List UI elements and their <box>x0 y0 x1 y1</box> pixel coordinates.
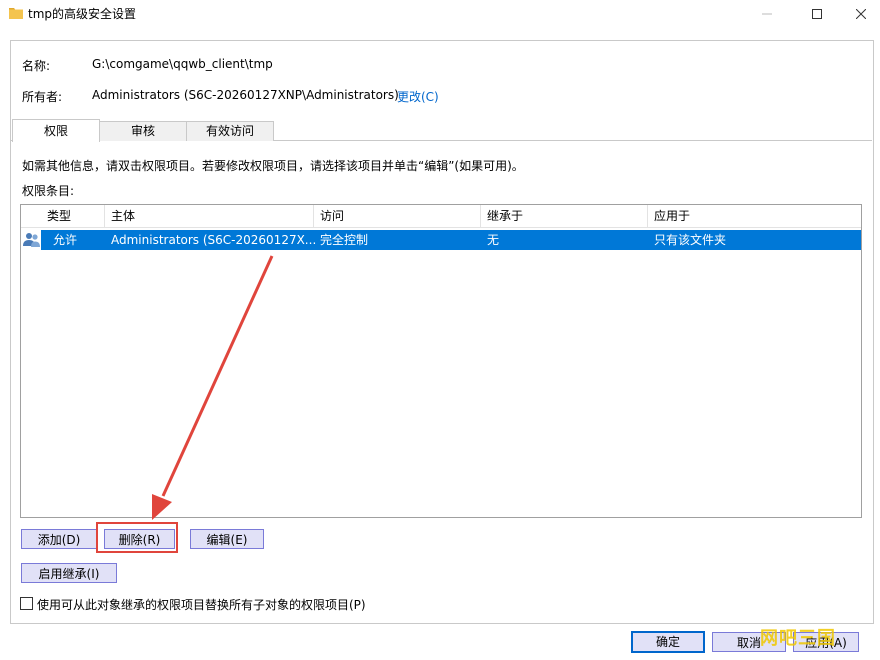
cell-type: 允许 <box>53 233 78 247</box>
tab-effective-access[interactable]: 有效访问 <box>186 121 274 141</box>
watermark-logo: 网吧三国 <box>760 628 836 649</box>
entries-label: 权限条目: <box>22 184 75 198</box>
cell-inherited-from: 无 <box>487 233 500 247</box>
tab-auditing[interactable]: 审核 <box>98 121 188 141</box>
change-owner-link[interactable]: 更改(C) <box>397 88 439 105</box>
column-header-access[interactable]: 访问 <box>314 205 481 227</box>
ok-button[interactable]: 确定 <box>631 631 705 653</box>
column-header-inherited-from[interactable]: 继承于 <box>481 205 648 227</box>
replace-child-permissions-label: 使用可从此对象继承的权限项目替换所有子对象的权限项目(P) <box>37 598 366 612</box>
cell-applies-to: 只有该文件夹 <box>654 233 727 247</box>
name-value: G:\comgame\qqwb_client\tmp <box>92 57 273 71</box>
title-bar: tmp的高级安全设置 <box>0 0 880 28</box>
hint-text: 如需其他信息，请双击权限项目。若要修改权限项目，请选择该项目并单击“编辑”(如果… <box>22 159 524 173</box>
add-button[interactable]: 添加(D) <box>21 529 97 549</box>
header-divider <box>21 227 861 228</box>
folder-icon <box>9 6 23 19</box>
enable-inheritance-button[interactable]: 启用继承(I) <box>21 563 117 583</box>
close-icon[interactable] <box>838 0 880 28</box>
users-icon <box>23 232 41 248</box>
edit-button[interactable]: 编辑(E) <box>190 529 264 549</box>
window-title: tmp的高级安全设置 <box>28 7 137 21</box>
name-label: 名称: <box>22 59 51 73</box>
column-header-type[interactable]: 类型 <box>41 205 105 227</box>
maximize-icon[interactable] <box>794 0 840 28</box>
column-header-applies-to[interactable]: 应用于 <box>648 205 861 227</box>
cell-principal: Administrators (S6C-20260127X... <box>111 233 317 247</box>
remove-button-highlight <box>96 522 178 553</box>
minimize-icon[interactable] <box>744 0 790 28</box>
owner-label: 所有者: <box>22 90 63 104</box>
replace-child-permissions-checkbox[interactable] <box>20 597 33 610</box>
tab-permissions[interactable]: 权限 <box>12 119 100 142</box>
table-row[interactable]: 允许 Administrators (S6C-20260127X... 完全控制… <box>41 230 861 250</box>
owner-value: Administrators (S6C-20260127XNP\Administ… <box>92 88 399 102</box>
permission-entries-list[interactable]: 类型 主体 访问 继承于 应用于 允许 Administrators (S6C-… <box>20 204 862 518</box>
column-header-principal[interactable]: 主体 <box>105 205 314 227</box>
cell-access: 完全控制 <box>320 233 369 247</box>
